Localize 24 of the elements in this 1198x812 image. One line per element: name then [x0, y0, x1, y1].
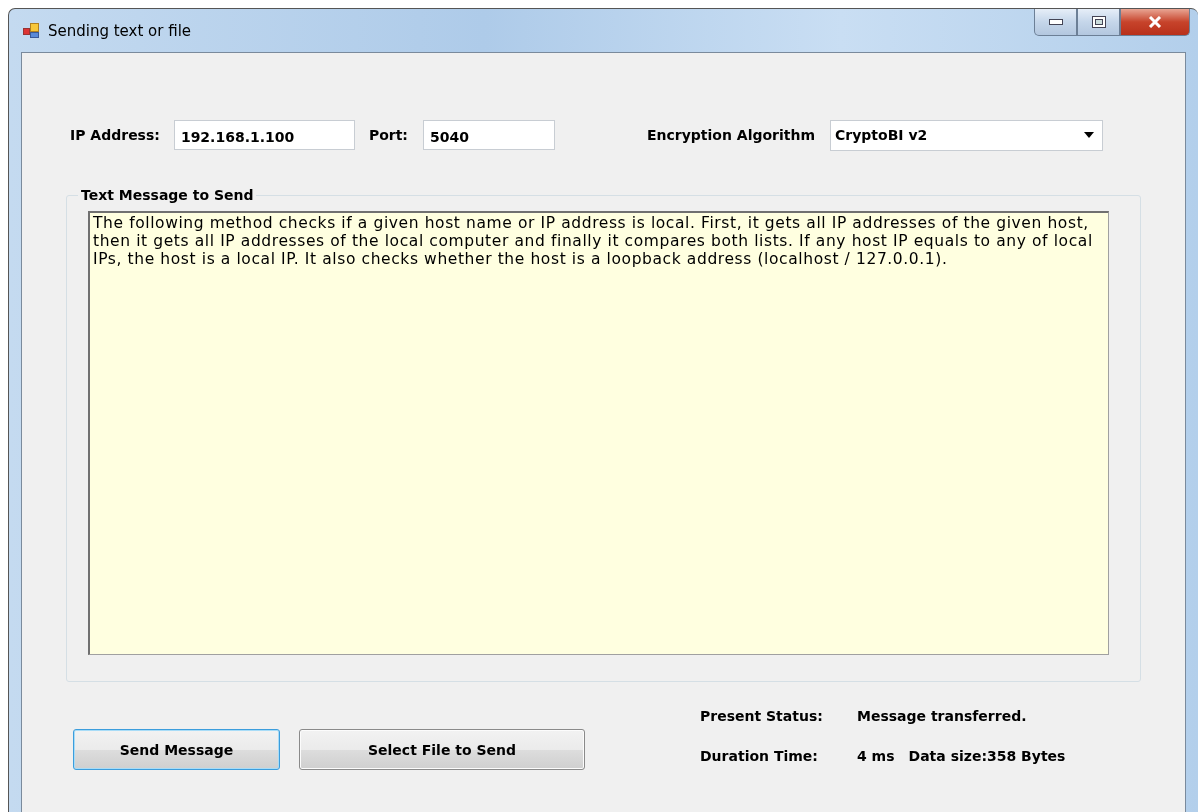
maximize-icon — [1091, 16, 1106, 28]
minimize-icon — [1048, 19, 1063, 25]
encryption-algorithm-label: Encryption Algorithm — [646, 127, 816, 143]
ip-address-label: IP Address: — [70, 127, 160, 143]
dropdown-arrow-icon — [1084, 132, 1095, 138]
duration-value: 4 ms — [857, 748, 895, 766]
status-label: Present Status: — [700, 708, 824, 726]
window-title: Sending text or file — [48, 22, 192, 40]
action-button[interactable]: Send Message — [73, 729, 280, 770]
data-size-value: Data size:358 Bytes — [908, 748, 1066, 766]
port-label: Port: — [368, 127, 408, 143]
action-button[interactable]: Select File to Send — [299, 729, 585, 770]
minimize-button[interactable] — [1034, 9, 1077, 36]
ip-address-field[interactable]: 192.168.1.100 — [173, 120, 355, 150]
duration-label: Duration Time: — [700, 748, 819, 766]
maximize-button[interactable] — [1077, 9, 1120, 36]
status-value: Message transferred. — [857, 708, 1028, 726]
group-title: Text Message to Send — [80, 187, 255, 203]
close-icon — [1148, 16, 1162, 28]
algorithm-dropdown[interactable]: CryptoBI v2 — [830, 119, 1104, 151]
close-button[interactable] — [1120, 9, 1190, 36]
port-field[interactable]: 5040 — [422, 120, 555, 150]
app-icon — [23, 23, 40, 39]
message-text-field[interactable]: The following method checks if a given host name or IP address is local. First, it gets all IP addresses of the given host, then it gets all IP addresses of the local computer and finally it compares both lists. If any host IP equals to any of local IPs, the host is a local IP. It also checks whether the host is a loopback address (localhost / 127.0.0.1). — [88, 211, 1109, 655]
